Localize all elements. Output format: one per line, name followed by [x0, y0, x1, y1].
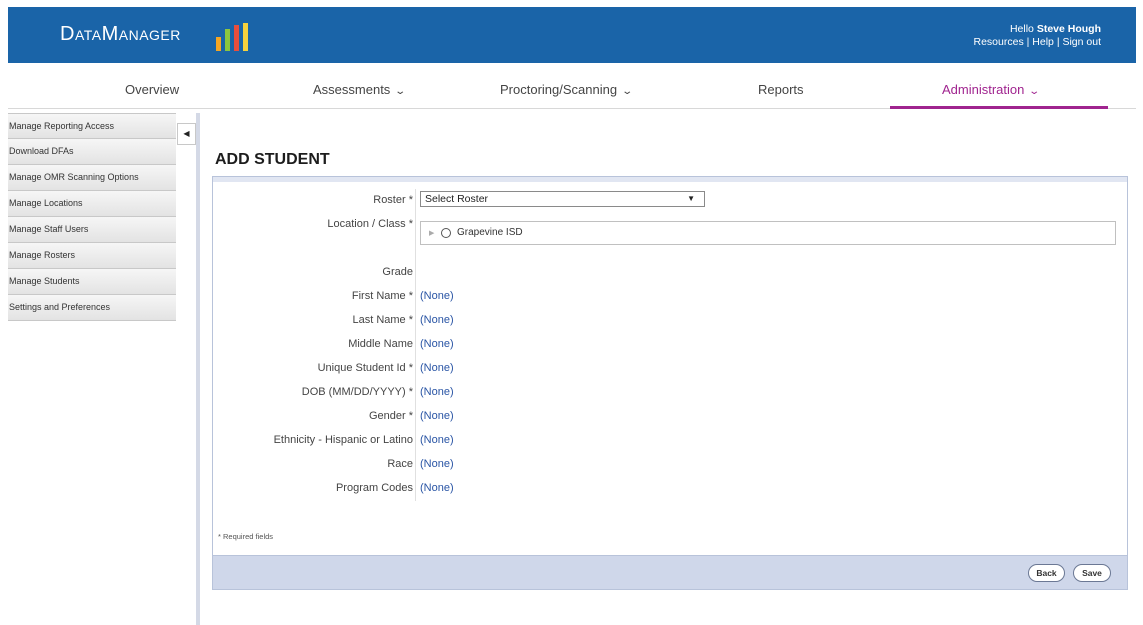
sidebar-item-download-dfas[interactable]: Download DFAs	[8, 139, 176, 165]
form-footer: Back Save	[213, 555, 1127, 589]
tree-node-label: Grapevine ISD	[457, 227, 523, 238]
logo-text: DataManager	[60, 23, 181, 45]
help-link[interactable]: Help	[1032, 36, 1054, 48]
nav-assessments-label: Assessments	[313, 82, 391, 97]
main-nav: Overview Assessments ⌄ Proctoring/Scannin…	[8, 63, 1136, 109]
last-name-value[interactable]: (None)	[420, 314, 454, 326]
dob-label: DOB (MM/DD/YYYY) *	[301, 386, 413, 398]
nav-assessments[interactable]: Assessments ⌄	[313, 82, 407, 97]
logo-bar-1	[216, 37, 221, 51]
dob-value[interactable]: (None)	[420, 386, 454, 398]
dropdown-arrow-icon: ▼	[687, 194, 695, 203]
tree-expand-icon[interactable]: ▶	[429, 229, 434, 237]
nav-proctoring-label: Proctoring/Scanning	[500, 82, 618, 97]
unique-student-id-label: Unique Student Id *	[317, 362, 413, 374]
sidebar-item-settings-and-preferences[interactable]: Settings and Preferences	[8, 295, 176, 321]
panel-top-bar	[213, 177, 1127, 182]
app-logo: DataManager	[60, 23, 181, 46]
first-name-label: First Name *	[351, 290, 413, 302]
logo-bar-2	[225, 29, 230, 51]
program-codes-label: Program Codes	[335, 482, 413, 494]
nav-proctoring-scanning[interactable]: Proctoring/Scanning ⌄	[500, 82, 634, 97]
logo-bar-4	[243, 23, 248, 51]
nav-administration-label: Administration	[942, 82, 1025, 97]
sidebar-item-manage-reporting-access[interactable]: Manage Reporting Access	[8, 113, 176, 139]
nav-reports-label: Reports	[758, 82, 804, 97]
sign-out-link[interactable]: Sign out	[1062, 36, 1101, 48]
middle-name-label: Middle Name	[348, 338, 413, 350]
program-codes-value[interactable]: (None)	[420, 482, 454, 494]
chevron-down-icon: ⌄	[621, 86, 634, 97]
unique-student-id-value[interactable]: (None)	[420, 362, 454, 374]
resources-link[interactable]: Resources	[974, 36, 1024, 48]
required-fields-note: * Required fields	[218, 532, 274, 541]
sidebar-item-manage-locations[interactable]: Manage Locations	[8, 191, 176, 217]
nav-reports[interactable]: Reports	[758, 82, 804, 97]
add-student-form: Roster * Select Roster ▼ Location / Clas…	[212, 176, 1128, 590]
sidebar-item-manage-omr-scanning-options[interactable]: Manage OMR Scanning Options	[8, 165, 176, 191]
grade-label: Grade	[382, 266, 413, 278]
first-name-value[interactable]: (None)	[420, 290, 454, 302]
location-radio[interactable]	[441, 228, 451, 238]
sidebar-item-manage-rosters[interactable]: Manage Rosters	[8, 243, 176, 269]
user-name: Steve Hough	[1036, 23, 1101, 35]
active-nav-underline	[890, 106, 1108, 109]
chevron-down-icon: ⌄	[394, 86, 407, 97]
race-value[interactable]: (None)	[420, 458, 454, 470]
roster-label: Roster *	[373, 194, 413, 206]
user-greeting: Hello Steve Hough Resources | Help | Sig…	[974, 23, 1102, 49]
sidebar-item-manage-staff-users[interactable]: Manage Staff Users	[8, 217, 176, 243]
bar-chart-logo-icon	[216, 23, 248, 51]
ethnicity-label: Ethnicity - Hispanic or Latino	[273, 434, 413, 446]
sidebar-collapse-button[interactable]: ◀	[177, 123, 196, 145]
header-links: Resources | Help | Sign out	[973, 36, 1102, 48]
middle-name-value[interactable]: (None)	[420, 338, 454, 350]
page-title: ADD STUDENT	[215, 151, 330, 168]
nav-overview[interactable]: Overview	[125, 82, 179, 97]
save-button[interactable]: Save	[1073, 564, 1111, 582]
roster-select[interactable]: Select Roster ▼	[420, 191, 705, 207]
location-class-label: Location / Class *	[327, 218, 413, 230]
sidebar-item-manage-students[interactable]: Manage Students	[8, 269, 176, 295]
sidebar-divider[interactable]	[196, 113, 200, 625]
last-name-label: Last Name *	[352, 314, 413, 326]
roster-selected-value: Select Roster	[425, 193, 489, 205]
nav-overview-label: Overview	[125, 82, 180, 97]
chevron-left-icon: ◀	[183, 129, 190, 138]
race-label: Race	[387, 458, 413, 470]
nav-administration[interactable]: Administration ⌄	[942, 82, 1041, 97]
logo-bar-3	[234, 25, 239, 51]
chevron-down-icon: ⌄	[1028, 86, 1041, 97]
app-header: DataManager Hello Steve Hough Resources …	[8, 7, 1136, 63]
back-button[interactable]: Back	[1028, 564, 1065, 582]
gender-label: Gender *	[368, 410, 413, 422]
greeting-prefix: Hello	[1009, 23, 1034, 35]
ethnicity-value[interactable]: (None)	[420, 434, 454, 446]
label-column-divider	[415, 189, 416, 501]
gender-value[interactable]: (None)	[420, 410, 454, 422]
location-tree: ▶ Grapevine ISD	[420, 221, 1116, 245]
admin-sidebar: Manage Reporting Access Download DFAs Ma…	[8, 113, 176, 321]
